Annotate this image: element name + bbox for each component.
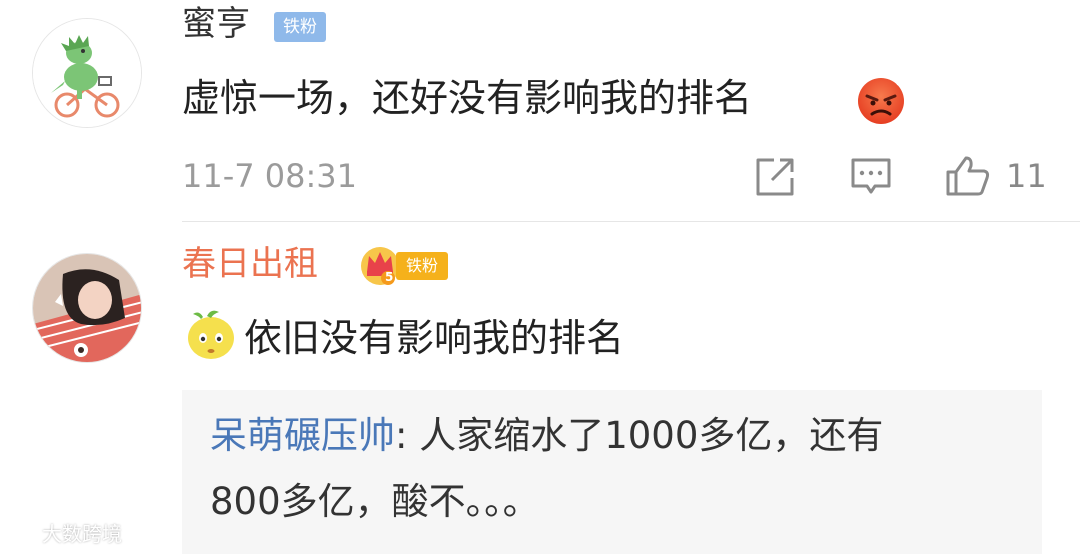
dinosaur-on-bike-avatar-image [33,19,141,127]
sour-lemon-emoji [188,310,234,359]
comment-text: 虚惊一场，还好没有影响我的排名 [182,76,753,120]
comment-text: 依旧没有影响我的排名 [244,316,625,360]
angry-face-emoji [858,74,904,124]
timestamp: 11-7 08:31 [182,157,358,195]
like-count: 11 [1006,157,1047,195]
username[interactable]: 春日出租 [182,244,318,284]
share-button[interactable] [752,152,798,200]
username[interactable]: 蜜亨 [182,4,250,44]
comment-icon [851,158,891,194]
watermark-text: 大数跨境 [42,522,122,546]
reply-button[interactable] [848,152,894,200]
comment-item: 蜜亨 铁粉 虚惊一场，还好没有影响我的排名 11-7 08:31 11 [0,0,1080,222]
fan-badge: 铁粉 [396,252,448,280]
avatar[interactable] [32,18,142,128]
reply-text-line: 800多亿，酸不。。。 [210,480,540,523]
weibo-logo-icon [9,526,36,547]
girl-photo-avatar-image [33,254,141,362]
share-icon [756,158,794,196]
thumbs-up-icon [946,156,990,196]
vip-fan-badge: 5 铁粉 [358,242,448,286]
reply-author[interactable]: 呆萌碾压帅 [210,414,395,457]
comment-item: 春日出租 5 铁粉 依旧没有影响我的排名 呆萌碾压帅: 人家缩水了1000多亿，… [0,222,1080,554]
watermark: 大数跨境 [8,518,122,550]
reply-text: : 人家缩水了1000多亿，还有 [395,414,884,457]
reply-preview[interactable]: 呆萌碾压帅: 人家缩水了1000多亿，还有 800多亿，酸不。。。 [182,390,1042,554]
vip-level: 5 [385,270,394,284]
like-button[interactable]: 11 [944,152,1054,200]
fan-badge: 铁粉 [274,12,326,42]
reply-text-line: 呆萌碾压帅: 人家缩水了1000多亿，还有 [210,412,883,460]
avatar[interactable] [32,253,142,363]
